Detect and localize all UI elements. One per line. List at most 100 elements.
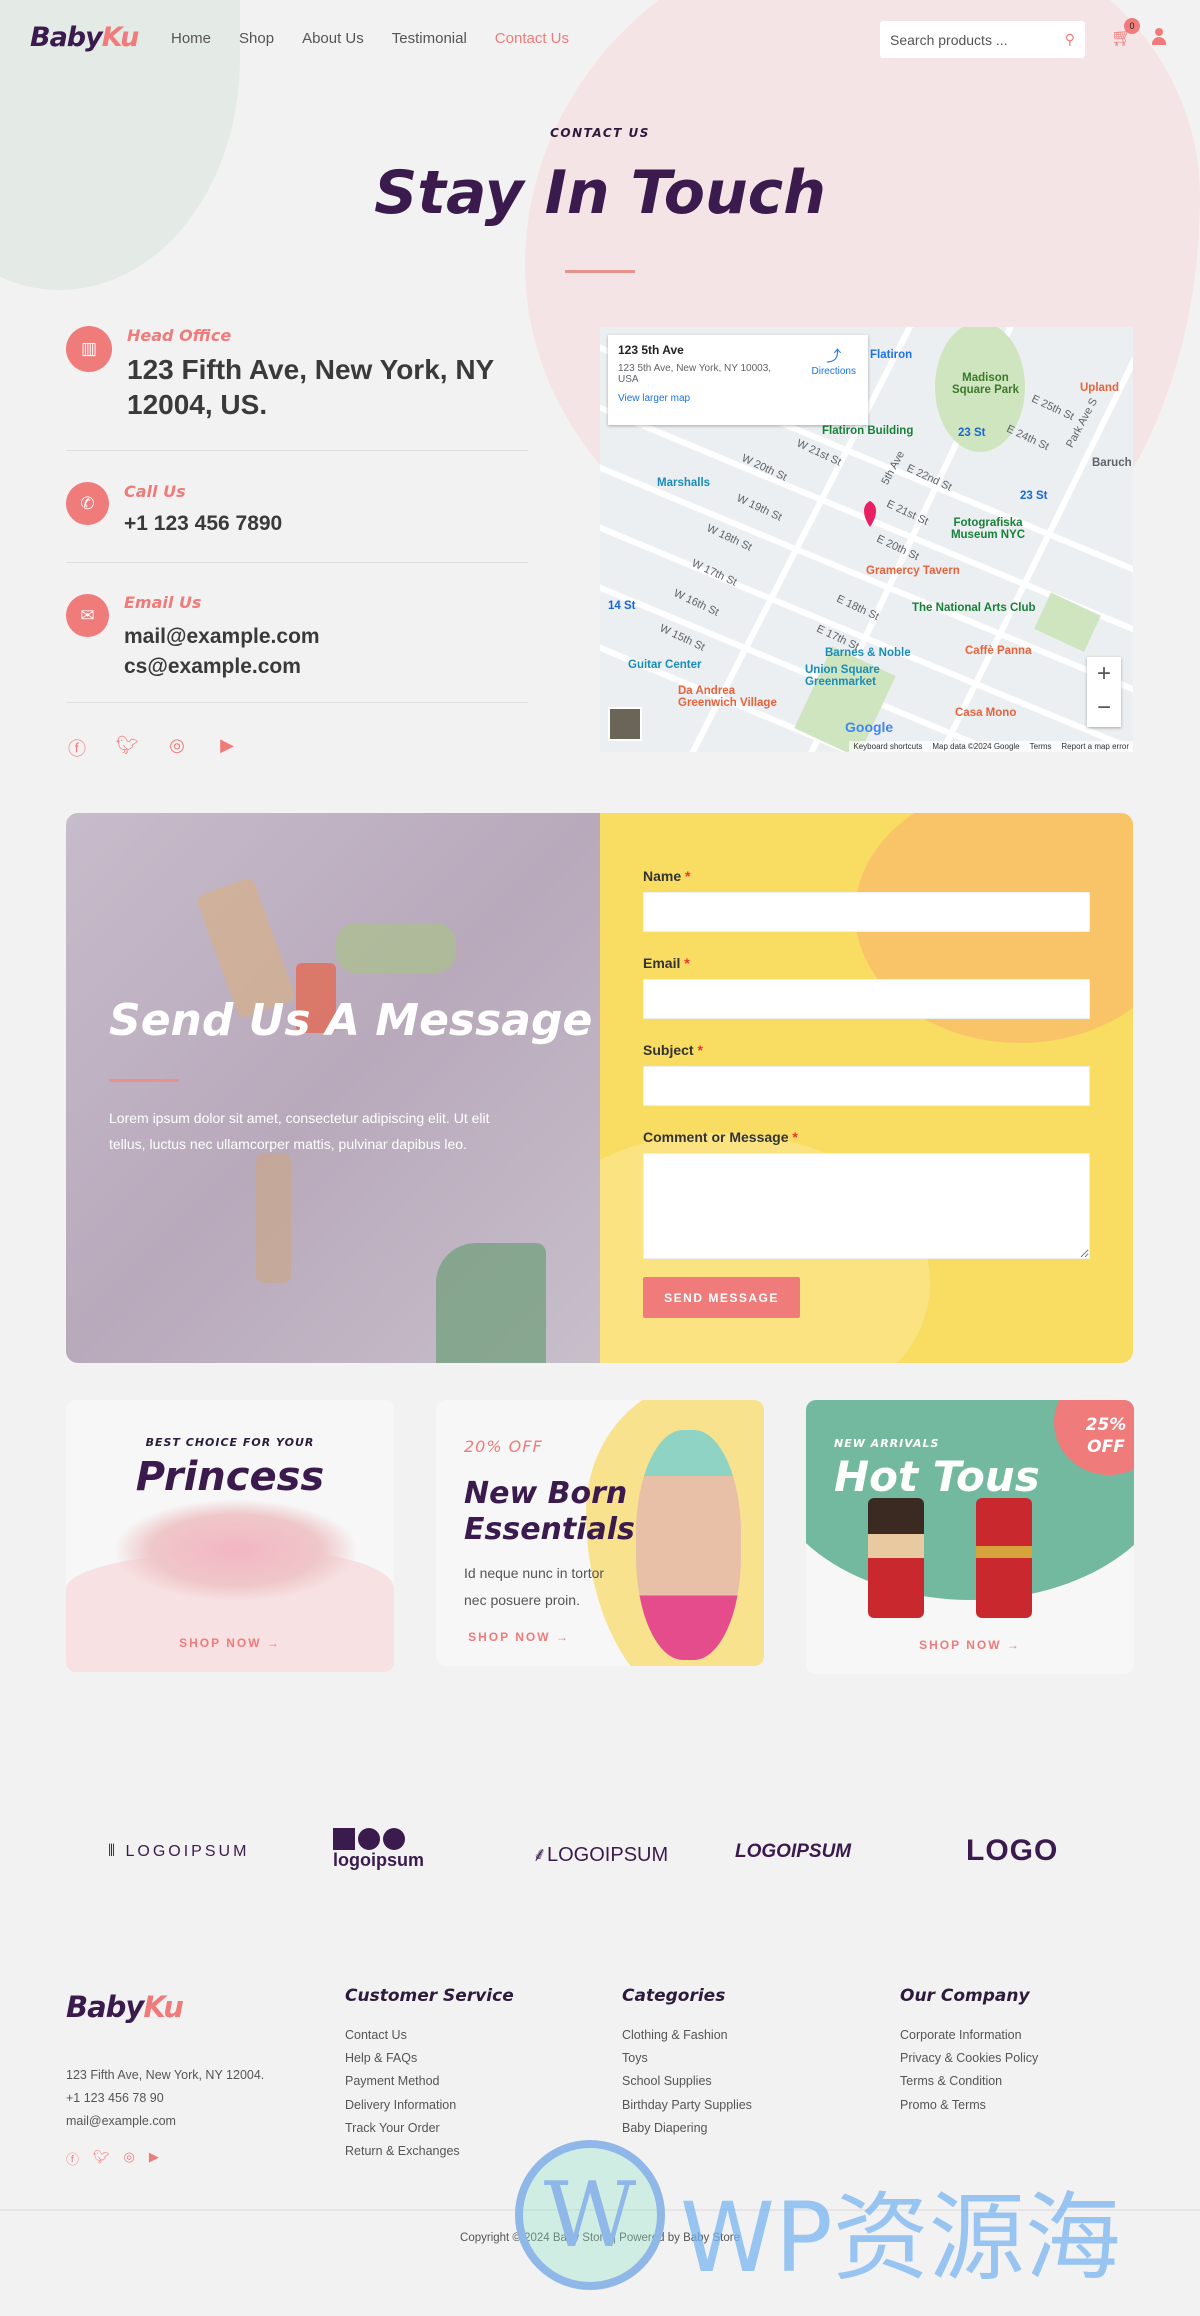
footer-link[interactable]: Return & Exchanges (345, 2140, 460, 2163)
phone-value[interactable]: +1 123 456 7890 (124, 512, 282, 536)
shop-now-link[interactable]: SHOP NOW → (806, 1638, 1134, 1652)
footer-link[interactable]: Birthday Party Supplies (622, 2094, 752, 2117)
email-value[interactable]: mail@example.com (124, 622, 320, 652)
nav-home[interactable]: Home (171, 30, 211, 47)
shop-now-link[interactable]: SHOP NOW → (464, 1630, 574, 1644)
subject-field[interactable] (643, 1066, 1090, 1106)
promo-card-newborn[interactable]: 20% OFF New Born Essentials Id neque nunc… (436, 1400, 764, 1666)
name-field[interactable] (643, 892, 1090, 932)
footer-column-title: Our Company (900, 1986, 1030, 2006)
search-input[interactable]: Search products ... ⚲ (880, 21, 1085, 58)
message-label: Comment or Message * (643, 1129, 798, 1145)
footer-link[interactable]: Help & FAQs (345, 2047, 460, 2070)
nav-about[interactable]: About Us (302, 30, 364, 47)
map-poi[interactable]: Upland (1080, 382, 1119, 394)
nav-shop[interactable]: Shop (239, 30, 274, 47)
map-poi[interactable]: Madison Square Park (948, 372, 1023, 396)
footer-link[interactable]: Clothing & Fashion (622, 2024, 752, 2047)
footer-link[interactable]: Baby Diapering (622, 2117, 752, 2140)
facebook-icon[interactable]: ⓕ (66, 2149, 79, 2168)
map-poi[interactable]: 14 St (608, 600, 636, 612)
send-message-button[interactable]: SEND MESSAGE (643, 1277, 800, 1318)
footer-link[interactable]: Toys (622, 2047, 752, 2070)
message-field[interactable] (643, 1153, 1090, 1259)
footer-link[interactable]: Track Your Order (345, 2117, 460, 2140)
footer-link[interactable]: Promo & Terms (900, 2094, 1038, 2117)
email-label: Email * (643, 955, 690, 971)
card-eyebrow: BEST CHOICE FOR YOUR (145, 1436, 315, 1449)
youtube-icon[interactable]: ▶ (149, 2149, 159, 2168)
site-logo[interactable]: BabyKu (30, 22, 140, 53)
footer-email: mail@example.com (66, 2114, 176, 2129)
twitter-icon[interactable]: 🐦︎ (116, 735, 139, 757)
satellite-toggle[interactable] (608, 707, 642, 741)
address-line: 12004, US. (127, 389, 268, 420)
card-eyebrow: NEW ARRIVALS (834, 1437, 940, 1450)
zoom-in-button[interactable]: + (1087, 657, 1121, 691)
email-field[interactable] (643, 979, 1090, 1019)
card-title: New Born (464, 1476, 628, 1511)
footer-link[interactable]: Terms & Condition (900, 2070, 1038, 2093)
twitter-icon[interactable]: 🐦︎ (93, 2149, 110, 2168)
envelope-icon: ✉ (66, 594, 109, 637)
map-poi[interactable]: Barnes & Noble (825, 647, 911, 659)
map-poi[interactable]: 23 St (1020, 490, 1048, 502)
form-heading: Send Us A Message (109, 995, 593, 1046)
partner-logo: logoipsum (333, 1828, 424, 1871)
discount-badge: OFF (1087, 1437, 1125, 1457)
footer-link[interactable]: Corporate Information (900, 2024, 1038, 2047)
instagram-icon[interactable]: ◎ (166, 735, 188, 757)
keyboard-shortcuts-link[interactable]: Keyboard shortcuts (853, 742, 922, 751)
contact-form: Name * Email * Subject * Comment or Mess… (600, 813, 1133, 1363)
footer-column-title: Customer Service (345, 1986, 514, 2006)
divider (66, 702, 528, 703)
youtube-icon[interactable]: ▶ (216, 735, 238, 757)
promo-card-hot-toys[interactable]: 25% OFF NEW ARRIVALS Hot Tous SHOP NOW → (806, 1400, 1134, 1674)
terms-link[interactable]: Terms (1030, 742, 1052, 751)
map-poi[interactable]: Marshalls (657, 477, 710, 489)
watermark-logo: W (515, 2140, 665, 2290)
toy-image (868, 1498, 924, 1618)
logo-part: Baby (30, 22, 103, 53)
nav-testimonial[interactable]: Testimonial (392, 30, 467, 47)
footer-link[interactable]: Payment Method (345, 2070, 460, 2093)
promo-card-princess[interactable]: BEST CHOICE FOR YOUR Princess SHOP NOW → (66, 1400, 394, 1672)
nav-contact[interactable]: Contact Us (495, 30, 569, 47)
card-title: Princess (135, 1454, 325, 1500)
email-value[interactable]: cs@example.com (124, 652, 320, 682)
footer-link[interactable]: Delivery Information (345, 2094, 460, 2117)
map-poi[interactable]: Flatiron Building (822, 425, 913, 437)
map-poi[interactable]: Baruch (1092, 457, 1132, 469)
footer-logo[interactable]: BabyKu (66, 1990, 184, 2024)
map-poi[interactable]: Casa Mono (955, 707, 1016, 719)
map-poi[interactable]: Union Square Greenmarket (805, 664, 890, 688)
divider (66, 562, 528, 563)
facebook-icon[interactable]: ⓕ (66, 735, 88, 759)
map-poi[interactable]: 23 St (958, 427, 986, 439)
instagram-icon[interactable]: ◎ (124, 2149, 135, 2168)
map-poi[interactable]: Caffè Panna (965, 645, 1031, 657)
map-poi[interactable]: The National Arts Club (912, 602, 1036, 614)
zoom-out-button[interactable]: − (1087, 691, 1121, 725)
map-poi[interactable]: Guitar Center (628, 659, 702, 671)
user-icon[interactable] (1152, 28, 1166, 46)
report-error-link[interactable]: Report a map error (1061, 742, 1129, 751)
view-larger-map-link[interactable]: View larger map (618, 393, 858, 404)
message-image-panel: Send Us A Message Lorem ipsum dolor sit … (66, 813, 600, 1363)
shop-now-link[interactable]: SHOP NOW → (66, 1636, 394, 1650)
google-map[interactable]: W 21st St W 20th St W 19th St W 18th St … (600, 327, 1133, 752)
map-info-card: 123 5th Ave 123 5th Ave, New York, NY 10… (608, 335, 868, 425)
directions-button[interactable]: ⤴ Directions (812, 345, 856, 377)
map-poi[interactable]: Da Andrea Greenwich Village (678, 685, 788, 709)
footer-link[interactable]: Privacy & Cookies Policy (900, 2047, 1038, 2070)
footer-link[interactable]: School Supplies (622, 2070, 752, 2093)
map-poi[interactable]: Gramercy Tavern (866, 565, 960, 577)
logo-part: Ku (101, 22, 140, 53)
map-poi[interactable]: Flatiron (870, 349, 912, 361)
title-underline (565, 270, 635, 273)
map-poi[interactable]: Fotografiska Museum NYC (943, 517, 1033, 541)
footer-link[interactable]: Contact Us (345, 2024, 460, 2047)
footer-address: 123 Fifth Ave, New York, NY 12004. (66, 2068, 265, 2082)
divider (66, 450, 528, 451)
search-icon[interactable]: ⚲ (1065, 31, 1075, 48)
